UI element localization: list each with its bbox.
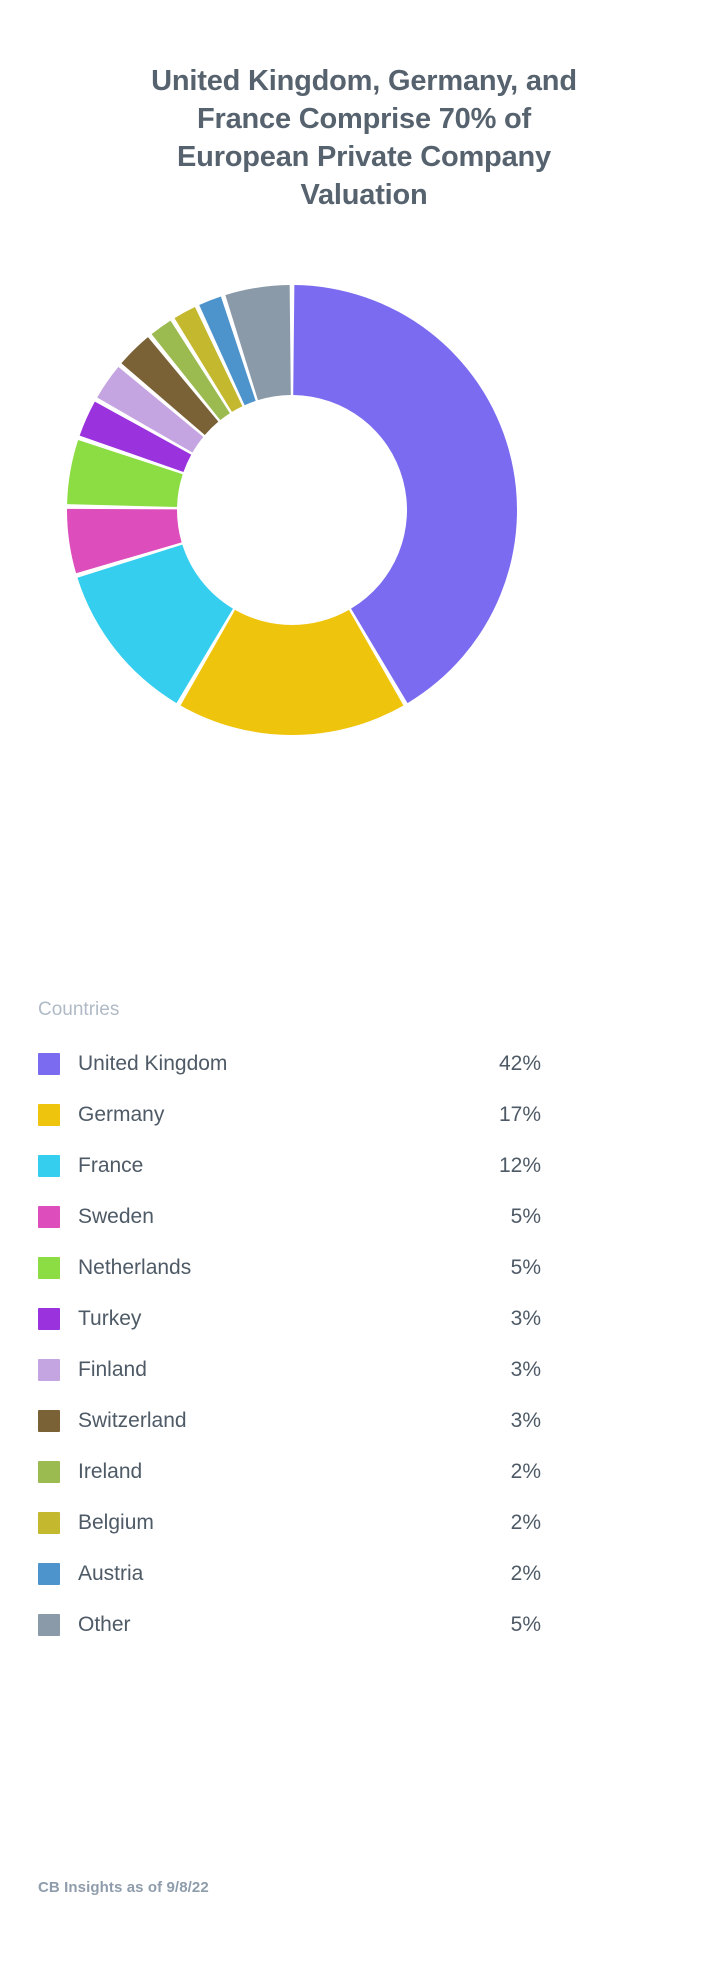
legend-item-label: Germany	[78, 1102, 165, 1126]
legend-item[interactable]: Finland 3%	[0, 1344, 728, 1395]
legend-color-swatch	[38, 1613, 60, 1636]
source-note: CB Insights as of 9/8/22	[38, 1879, 209, 1896]
legend-item[interactable]: Other 5%	[0, 1599, 728, 1650]
legend-color-swatch	[38, 1052, 60, 1075]
legend-color-swatch	[38, 1103, 60, 1126]
legend-color-swatch	[38, 1256, 60, 1279]
legend-color-swatch	[38, 1460, 60, 1483]
legend-item-label: Austria	[78, 1561, 144, 1585]
legend-item-value: 5%	[510, 1204, 541, 1228]
page-title: United Kingdom, Germany, and France Comp…	[151, 65, 577, 211]
legend-color-swatch	[38, 1409, 60, 1432]
legend-item[interactable]: Sweden 5%	[0, 1191, 728, 1242]
legend-item-value: 2%	[510, 1561, 541, 1585]
legend-item[interactable]: Germany 17%	[0, 1089, 728, 1140]
legend-color-swatch	[38, 1562, 60, 1585]
legend-item-label: France	[78, 1153, 144, 1177]
legend-item-value: 12%	[498, 1153, 541, 1177]
legend-item-label: United Kingdom	[78, 1051, 228, 1075]
legend-color-swatch	[38, 1205, 60, 1228]
legend-item[interactable]: Switzerland 3%	[0, 1395, 728, 1446]
legend-item-value: 2%	[510, 1510, 541, 1534]
legend-item-label: Ireland	[78, 1459, 143, 1483]
legend-item[interactable]: Belgium 2%	[0, 1497, 728, 1548]
legend-color-swatch	[38, 1358, 60, 1381]
legend-item-value: 5%	[510, 1612, 541, 1636]
legend-item-label: Netherlands	[78, 1255, 192, 1279]
legend-item-label: Belgium	[78, 1510, 154, 1534]
legend-item[interactable]: Ireland 2%	[0, 1446, 728, 1497]
legend-item-label: Finland	[78, 1357, 147, 1381]
legend-item[interactable]: Turkey 3%	[0, 1293, 728, 1344]
legend-item[interactable]: France 12%	[0, 1140, 728, 1191]
legend-item-label: Sweden	[78, 1204, 154, 1228]
legend-item-label: Turkey	[78, 1306, 142, 1330]
legend-item-value: 3%	[510, 1408, 541, 1432]
chart-legend: Countries United Kingdom 42% Germany 17% Fra…	[0, 998, 728, 1650]
legend-item-value: 3%	[510, 1357, 541, 1381]
legend-item-label: Other	[78, 1612, 131, 1636]
legend-color-swatch	[38, 1511, 60, 1534]
legend-item[interactable]: Austria 2%	[0, 1548, 728, 1599]
donut-slice-group	[67, 285, 518, 735]
donut-chart-svg	[67, 285, 518, 735]
legend-item[interactable]: Netherlands 5%	[0, 1242, 728, 1293]
donut-chart	[42, 260, 542, 760]
legend-item-value: 42%	[498, 1051, 541, 1075]
legend-color-swatch	[38, 1154, 60, 1177]
legend-color-swatch	[38, 1307, 60, 1330]
legend-item-list: United Kingdom 42% Germany 17% France 12% Swed…	[0, 1038, 728, 1650]
legend-item-label: Switzerland	[78, 1408, 187, 1432]
legend-item-value: 17%	[498, 1102, 541, 1126]
legend-heading: Countries	[38, 999, 120, 1020]
legend-item-value: 2%	[510, 1459, 541, 1483]
legend-item[interactable]: United Kingdom 42%	[0, 1038, 728, 1089]
legend-item-value: 5%	[510, 1255, 541, 1279]
legend-item-value: 3%	[510, 1306, 541, 1330]
